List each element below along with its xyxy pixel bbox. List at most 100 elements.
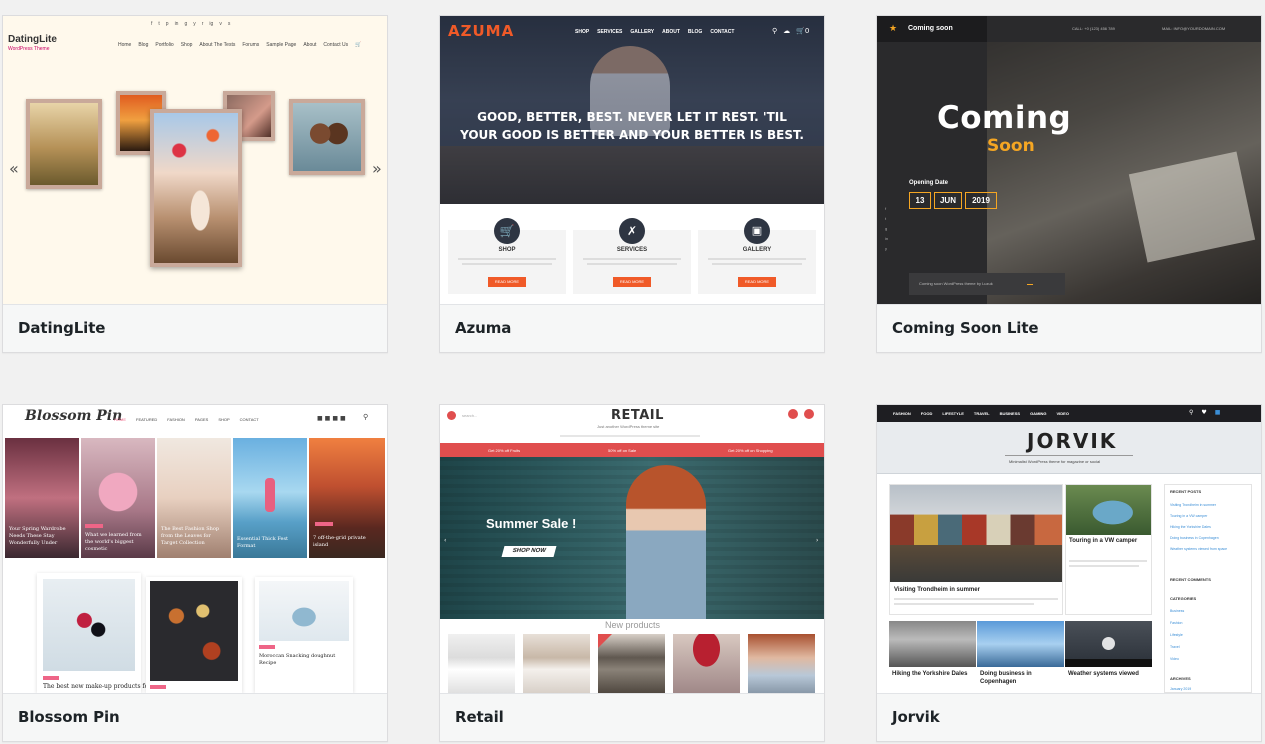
header-icons: ⚲ ☁ 🛒0 bbox=[772, 27, 809, 35]
theme-name-bar: Jorvik bbox=[877, 693, 1261, 741]
theme-name-bar: Retail bbox=[440, 693, 824, 741]
sidebar: RECENT POSTS Visiting Trondheim in summe… bbox=[1164, 484, 1252, 693]
theme-card-azuma[interactable]: AZUMA SHOP SERVICES GALLERY ABOUT BLOG CONTAC… bbox=[439, 15, 825, 353]
tools-icon: ✗ bbox=[619, 218, 645, 244]
theme-name-bar: Blossom Pin bbox=[3, 693, 387, 741]
date-month: JUN bbox=[934, 192, 962, 209]
brand-icon: ★ bbox=[889, 24, 898, 34]
preview-logo: JORVIK bbox=[1027, 429, 1118, 453]
photo-frame bbox=[289, 99, 365, 175]
theme-card-retail[interactable]: search... RETAIL Just another WordPress … bbox=[439, 404, 825, 742]
main-post[interactable]: Visiting Trondheim in summer bbox=[889, 484, 1063, 615]
bottom-post[interactable]: Hiking the Yorkshire Dales bbox=[889, 621, 976, 693]
search-input[interactable]: search... bbox=[462, 413, 477, 418]
search-icon[interactable]: ⚲ bbox=[363, 413, 368, 421]
gallery-icon: ▣ bbox=[744, 218, 770, 244]
menu-icon[interactable] bbox=[447, 411, 456, 420]
photo-frame bbox=[26, 99, 102, 189]
photo-frame-main bbox=[150, 109, 242, 267]
hero-title: Summer Sale ! bbox=[486, 516, 577, 531]
preview-tagline: Just another WordPress theme site bbox=[597, 424, 660, 429]
preview-menu: SHOP SERVICES GALLERY ABOUT BLOG CONTACT bbox=[575, 29, 735, 35]
hero-image bbox=[987, 42, 1261, 304]
theme-screenshot: search... RETAIL Just another WordPress … bbox=[440, 405, 824, 693]
side-post[interactable]: Touring in a VW camper bbox=[1065, 484, 1152, 615]
theme-screenshot: ★ Coming soon CALL: +0 (123) 456 789 MAI… bbox=[877, 16, 1261, 304]
prev-icon[interactable]: ‹ bbox=[444, 537, 446, 544]
theme-name-bar: Azuma bbox=[440, 304, 824, 352]
coming-title: Coming bbox=[937, 100, 1072, 136]
search-icon: ⚲ bbox=[1189, 409, 1194, 416]
post-card[interactable]: Moroccan Snacking doughnut Recipe bbox=[255, 577, 353, 693]
top-nav: FASHION FOOD LIFESTYLE TRAVEL BUSINESS GAMING… bbox=[877, 405, 1261, 422]
theme-name: Azuma bbox=[455, 319, 512, 337]
theme-card-blossom-pin[interactable]: Blossom Pin HOME FEATURED FASHION PAGES SHOP… bbox=[2, 404, 388, 742]
arrow-left-icon[interactable]: « bbox=[9, 159, 19, 178]
bottom-post[interactable]: Doing business in Copenhagen bbox=[977, 621, 1064, 693]
product-thumb[interactable] bbox=[448, 634, 515, 693]
footer-bar: Coming soon WordPress theme by Luzuk bbox=[909, 273, 1065, 295]
theme-card-coming-soon-lite[interactable]: ★ Coming soon CALL: +0 (123) 456 789 MAI… bbox=[876, 15, 1262, 353]
email-info: MAIL: INFO@YOURDOMAIN.COM bbox=[1162, 26, 1226, 31]
theme-name-bar: Coming Soon Lite bbox=[877, 304, 1261, 352]
preview-tagline: WordPress Theme bbox=[8, 46, 50, 52]
post-card[interactable]: The best new make-up products for bbox=[37, 573, 151, 693]
theme-screenshot: Blossom Pin HOME FEATURED FASHION PAGES SHOP… bbox=[3, 405, 387, 693]
next-icon[interactable]: › bbox=[816, 537, 818, 544]
cart-icon: 🛒 bbox=[494, 218, 520, 244]
theme-name: DatingLite bbox=[18, 319, 106, 337]
product-thumb[interactable] bbox=[598, 634, 665, 693]
cart-icon: 🛒0 bbox=[796, 27, 810, 35]
theme-screenshot: AZUMA SHOP SERVICES GALLERY ABOUT BLOG CONTAC… bbox=[440, 16, 824, 304]
theme-name: Retail bbox=[455, 708, 504, 726]
date-year: 2019 bbox=[965, 192, 997, 209]
theme-card-datinglite[interactable]: DatingLite WordPress Theme f t p in g y r ig v s … bbox=[2, 15, 388, 353]
read-more-button[interactable]: READ MORE bbox=[613, 277, 651, 287]
heart-icon: ♥ bbox=[1201, 409, 1207, 416]
social-icons: ■■■■ bbox=[317, 415, 348, 422]
social-sidebar: f t g in y bbox=[885, 206, 889, 251]
share-icon: ☁ bbox=[783, 27, 791, 35]
theme-screenshot: DatingLite WordPress Theme f t p in g y r ig v s … bbox=[3, 16, 387, 304]
theme-card-jorvik[interactable]: FASHION FOOD LIFESTYLE TRAVEL BUSINESS GAMING… bbox=[876, 404, 1262, 742]
promo-bar: Get 20% off Fruits 50% off on Sale Get 2… bbox=[440, 443, 824, 457]
bottom-post[interactable]: Weather systems viewed bbox=[1065, 621, 1152, 693]
arrow-right-icon[interactable]: » bbox=[372, 159, 382, 178]
theme-name: Blossom Pin bbox=[18, 708, 120, 726]
preview-menu: HOME FEATURED FASHION PAGES SHOP CONTACT bbox=[114, 417, 259, 422]
hero-image: Summer Sale ! SHOP NOW ‹ › bbox=[440, 457, 824, 619]
brand-name: Coming soon bbox=[908, 25, 953, 32]
product-thumb[interactable] bbox=[673, 634, 740, 693]
theme-name: Jorvik bbox=[892, 708, 940, 726]
read-more-button[interactable]: READ MORE bbox=[488, 277, 526, 287]
social-icons: f t p in g y r ig v s bbox=[151, 21, 231, 27]
theme-name-bar: DatingLite bbox=[3, 304, 387, 352]
cart-icon: ■ bbox=[1214, 409, 1221, 416]
slide[interactable]: 7 off-the-grid private island bbox=[309, 438, 385, 558]
header: JORVIK Minimalist WordPress theme for ma… bbox=[877, 422, 1261, 474]
shop-now-button[interactable]: SHOP NOW bbox=[501, 546, 557, 557]
soon-title: Soon bbox=[987, 136, 1035, 156]
theme-name: Coming Soon Lite bbox=[892, 319, 1039, 337]
slide[interactable]: The Best Fashion Shop from the Leaves fo… bbox=[157, 438, 231, 558]
preview-logo: AZUMA bbox=[448, 22, 515, 40]
post-card[interactable] bbox=[146, 577, 242, 693]
hero-text: GOOD, BETTER, BEST. NEVER LET IT REST. '… bbox=[460, 110, 804, 142]
call-info: CALL: +0 (123) 456 789 bbox=[1072, 26, 1115, 31]
section-title: New products bbox=[605, 620, 661, 630]
product-thumb[interactable] bbox=[748, 634, 815, 693]
theme-screenshot: FASHION FOOD LIFESTYLE TRAVEL BUSINESS GAMING… bbox=[877, 405, 1261, 693]
cart-icon[interactable] bbox=[804, 409, 814, 419]
product-thumb[interactable] bbox=[523, 634, 590, 693]
preview-logo: DatingLite bbox=[8, 34, 57, 45]
slide[interactable]: What we learned from the world's biggest… bbox=[81, 438, 155, 558]
preview-logo: RETAIL bbox=[611, 408, 664, 423]
feature-box: 🛒 SHOP READ MORE bbox=[448, 218, 566, 294]
user-icon[interactable] bbox=[788, 409, 798, 419]
read-more-button[interactable]: READ MORE bbox=[738, 277, 776, 287]
slide[interactable]: Your Spring Wardrobe Needs These Stay Wo… bbox=[5, 438, 79, 558]
search-icon: ⚲ bbox=[772, 27, 778, 35]
date-day: 13 bbox=[909, 192, 931, 209]
feature-box: ▣ GALLERY READ MORE bbox=[698, 218, 816, 294]
slide[interactable]: Essential Thick Fest Format bbox=[233, 438, 307, 558]
